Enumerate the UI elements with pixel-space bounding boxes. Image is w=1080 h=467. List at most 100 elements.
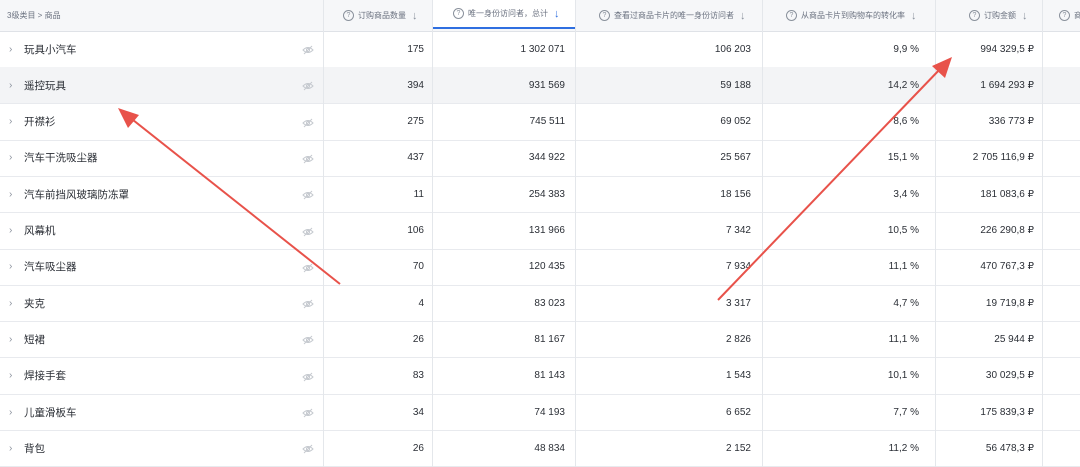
help-icon[interactable]: ? xyxy=(969,10,980,21)
cell-conversion: 14,2 % xyxy=(887,79,919,91)
cell-conversion: 15,1 % xyxy=(887,152,919,164)
product-name[interactable]: 玩具小汽车 xyxy=(24,31,77,67)
eye-off-icon[interactable] xyxy=(302,188,314,200)
cell-qty: 394 xyxy=(407,79,424,91)
product-name[interactable]: 儿童滑板车 xyxy=(24,394,77,430)
sort-arrow-icon[interactable]: ↓ xyxy=(740,10,746,22)
cell-visitors: 931 569 xyxy=(528,79,565,91)
cell-qty: 83 xyxy=(412,370,424,382)
product-name[interactable]: 短裙 xyxy=(24,321,45,357)
cell-card-visitors: 106 203 xyxy=(714,43,751,55)
sort-arrow-icon[interactable]: ↓ xyxy=(412,10,418,22)
product-name[interactable]: 夹克 xyxy=(24,285,45,321)
cell-card-visitors: 25 567 xyxy=(720,152,751,164)
cell-card-visitors: 59 188 xyxy=(720,79,751,91)
sort-arrow-icon[interactable]: ↓ xyxy=(554,8,560,20)
cell-visitors: 1 302 071 xyxy=(520,43,566,55)
table-row[interactable]: › 夹克 4 83 023 3 317 4,7 % 19 719,8 ₽ xyxy=(0,285,1080,323)
sort-arrow-icon[interactable]: ↓ xyxy=(911,10,917,22)
header-col-more[interactable]: ? 商 xyxy=(1059,0,1080,31)
cell-card-visitors: 1 543 xyxy=(725,370,751,382)
cell-conversion: 8,6 % xyxy=(893,116,919,128)
product-name[interactable]: 背包 xyxy=(24,430,45,466)
eye-off-icon[interactable] xyxy=(302,225,314,237)
chevron-right-icon[interactable]: › xyxy=(9,31,12,67)
header-col-qty[interactable]: ? 订购商品数量 ↓ xyxy=(343,0,418,31)
cell-conversion: 11,2 % xyxy=(888,442,919,454)
header-category-label: 3级类目 > 商品 xyxy=(7,11,61,20)
table-row[interactable]: › 开襟衫 275 745 511 69 052 8,6 % 336 773 ₽ xyxy=(0,104,1080,141)
product-name[interactable]: 开襟衫 xyxy=(24,104,56,140)
eye-off-icon[interactable] xyxy=(302,406,314,418)
help-icon[interactable]: ? xyxy=(1059,10,1070,21)
cell-visitors: 48 834 xyxy=(534,442,565,454)
cell-visitors: 120 435 xyxy=(528,261,565,273)
column-divider xyxy=(575,0,576,467)
help-icon[interactable]: ? xyxy=(599,10,610,21)
product-name[interactable]: 焊接手套 xyxy=(24,358,66,394)
chevron-right-icon[interactable]: › xyxy=(9,285,12,321)
table-row[interactable]: › 背包 26 48 834 2 152 11,2 % 56 478,3 ₽ xyxy=(0,430,1080,467)
help-icon[interactable]: ? xyxy=(453,8,464,19)
eye-off-icon[interactable] xyxy=(302,297,314,309)
chevron-right-icon[interactable]: › xyxy=(9,176,12,212)
chevron-right-icon[interactable]: › xyxy=(9,249,12,285)
cell-conversion: 11,1 % xyxy=(888,333,919,345)
product-name[interactable]: 遥控玩具 xyxy=(24,67,66,103)
header-col-visitors[interactable]: ? 唯一身份访问者，总计 ↓ xyxy=(432,0,575,29)
cell-amount: 25 944 ₽ xyxy=(994,333,1034,345)
eye-off-icon[interactable] xyxy=(302,79,314,91)
table-row[interactable]: › 遥控玩具 394 931 569 59 188 14,2 % 1 694 293 ₽ xyxy=(0,67,1080,105)
chevron-right-icon[interactable]: › xyxy=(9,67,12,103)
header-col-conversion[interactable]: ? 从商品卡片到购物车的转化率 ↓ xyxy=(786,0,917,31)
header-col-card-visitors[interactable]: ? 查看过商品卡片的唯一身份访问者 ↓ xyxy=(599,0,746,31)
cell-amount: 181 083,6 ₽ xyxy=(980,188,1034,200)
cell-qty: 34 xyxy=(412,406,424,418)
header-col-amount-label: 订购金额 xyxy=(984,11,1016,20)
chevron-right-icon[interactable]: › xyxy=(9,394,12,430)
table-row[interactable]: › 焊接手套 83 81 143 1 543 10,1 % 30 029,5 ₽ xyxy=(0,358,1080,395)
cell-qty: 70 xyxy=(412,261,424,273)
product-name[interactable]: 风幕机 xyxy=(24,213,56,249)
product-name[interactable]: 汽车前挡风玻璃防冻罩 xyxy=(24,176,129,212)
header-col-conversion-label: 从商品卡片到购物车的转化率 xyxy=(801,11,905,20)
eye-off-icon[interactable] xyxy=(302,333,314,345)
table-row[interactable]: › 汽车干洗吸尘器 437 344 922 25 567 15,1 % 2 705 116,… xyxy=(0,140,1080,177)
chevron-right-icon[interactable]: › xyxy=(9,321,12,357)
eye-off-icon[interactable] xyxy=(302,43,314,55)
table-row[interactable]: › 儿童滑板车 34 74 193 6 652 7,7 % 175 839,3 ₽ xyxy=(0,394,1080,431)
cell-qty: 26 xyxy=(412,442,424,454)
cell-amount: 994 329,5 ₽ xyxy=(980,43,1034,55)
cell-card-visitors: 18 156 xyxy=(720,188,751,200)
help-icon[interactable]: ? xyxy=(786,10,797,21)
eye-off-icon[interactable] xyxy=(302,261,314,273)
header-col-amount[interactable]: ? 订购金额 ↓ xyxy=(969,0,1028,31)
chevron-right-icon[interactable]: › xyxy=(9,358,12,394)
chevron-right-icon[interactable]: › xyxy=(9,140,12,176)
table-row[interactable]: › 汽车前挡风玻璃防冻罩 11 254 383 18 156 3,4 % 181 083,6… xyxy=(0,176,1080,214)
table-row[interactable]: › 玩具小汽车 175 1 302 071 106 203 9,9 % 994 329,5 … xyxy=(0,31,1080,68)
eye-off-icon[interactable] xyxy=(302,370,314,382)
help-icon[interactable]: ? xyxy=(343,10,354,21)
table-row[interactable]: › 汽车吸尘器 70 120 435 7 934 11,1 % 470 767,3 ₽ xyxy=(0,249,1080,286)
chevron-right-icon[interactable]: › xyxy=(9,104,12,140)
cell-qty: 26 xyxy=(412,333,424,345)
cell-visitors: 254 383 xyxy=(528,188,565,200)
header-col-visitors-label: 唯一身份访问者，总计 xyxy=(468,9,548,18)
table-row[interactable]: › 风幕机 106 131 966 7 342 10,5 % 226 290,8 ₽ xyxy=(0,213,1080,250)
eye-off-icon[interactable] xyxy=(302,152,314,164)
cell-amount: 336 773 ₽ xyxy=(988,116,1034,128)
product-name[interactable]: 汽车干洗吸尘器 xyxy=(24,140,98,176)
product-name[interactable]: 汽车吸尘器 xyxy=(24,249,77,285)
cell-visitors: 81 143 xyxy=(534,370,565,382)
sort-arrow-icon[interactable]: ↓ xyxy=(1022,10,1028,22)
header-category[interactable]: 3级类目 > 商品 xyxy=(7,0,61,31)
cell-amount: 1 694 293 ₽ xyxy=(980,79,1034,91)
chevron-right-icon[interactable]: › xyxy=(9,213,12,249)
eye-off-icon[interactable] xyxy=(302,116,314,128)
chevron-right-icon[interactable]: › xyxy=(9,430,12,466)
eye-off-icon[interactable] xyxy=(302,442,314,454)
cell-card-visitors: 7 342 xyxy=(725,225,751,236)
cell-conversion: 7,7 % xyxy=(893,406,919,418)
table-row[interactable]: › 短裙 26 81 167 2 826 11,1 % 25 944 ₽ xyxy=(0,321,1080,359)
